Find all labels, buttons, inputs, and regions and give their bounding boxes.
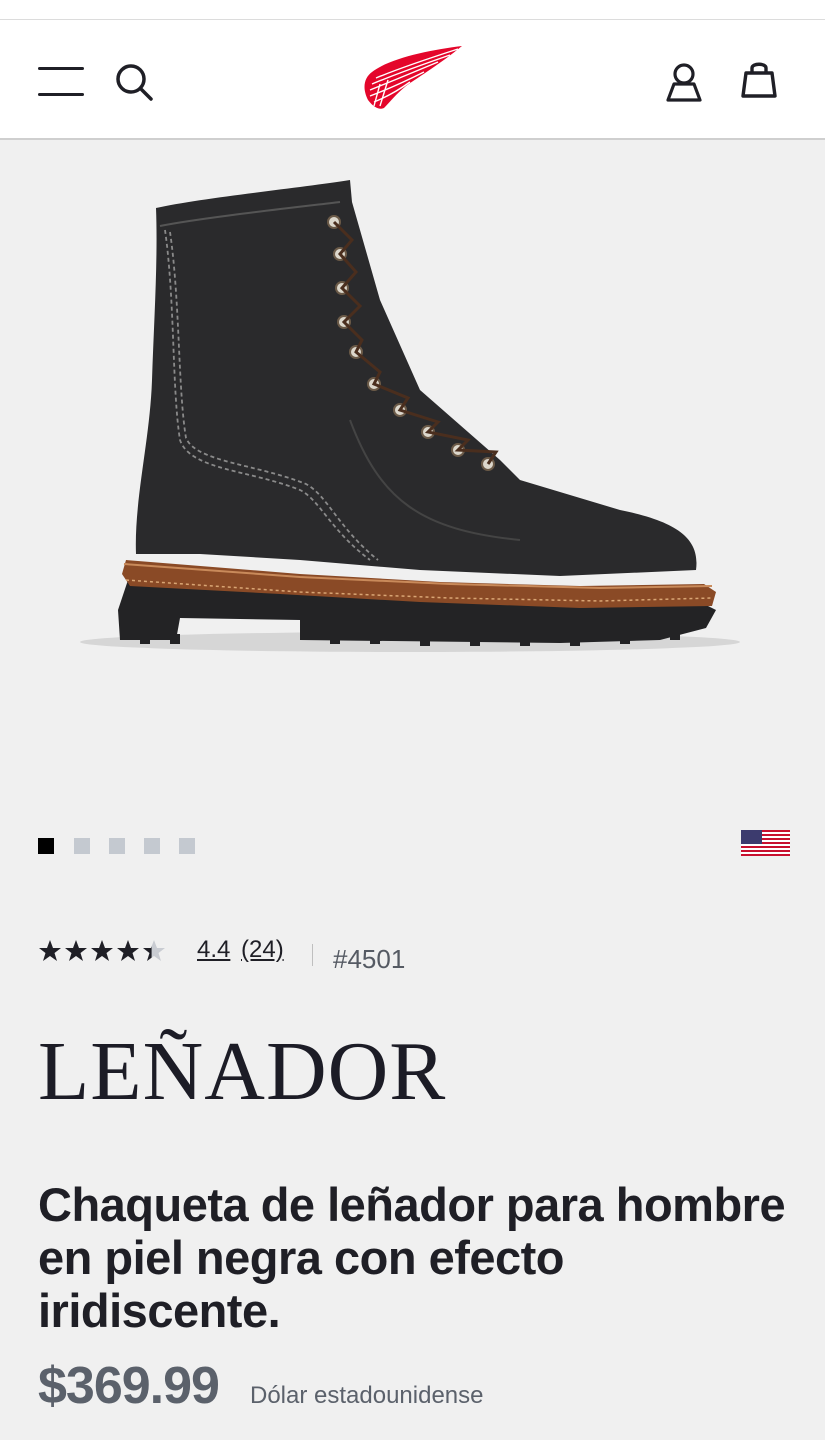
cart-button[interactable] [739, 60, 779, 100]
red-wing-logo [364, 46, 462, 109]
star-icon [39, 940, 61, 961]
product-name: Chaqueta de leñador para hombre en piel … [38, 1178, 786, 1337]
rating-row: 4.4 (24) #4501 [38, 936, 538, 976]
star-rating [39, 940, 165, 961]
rating-value-link[interactable]: 4.4 [197, 936, 230, 964]
gallery-dot-3[interactable] [109, 838, 125, 854]
gallery-dot-1[interactable] [38, 838, 54, 854]
search-button[interactable] [114, 62, 154, 102]
shopping-bag-icon [741, 62, 777, 98]
gallery-dot-2[interactable] [74, 838, 90, 854]
product-sku: #4501 [333, 944, 406, 974]
star-icon [91, 940, 113, 961]
us-flag-icon [741, 830, 790, 856]
site-header [0, 20, 825, 140]
price-row: $369.99 Dólar estadounidense [38, 1356, 738, 1416]
product-image-gallery[interactable] [0, 140, 825, 800]
account-button[interactable] [664, 62, 704, 102]
menu-button[interactable] [38, 64, 86, 98]
product-price: $369.99 [38, 1357, 220, 1415]
product-image [80, 180, 740, 652]
logo-link[interactable] [360, 44, 466, 116]
search-icon [116, 64, 153, 101]
divider [312, 944, 313, 966]
gallery-dot-4[interactable] [144, 838, 160, 854]
review-count-link[interactable]: (24) [241, 936, 284, 964]
account-icon [666, 63, 702, 102]
currency-label: Dólar estadounidense [250, 1382, 484, 1409]
product-family-title: LEÑADOR [38, 1025, 447, 1118]
status-strip [0, 0, 825, 20]
star-icon [65, 940, 87, 961]
gallery-dot-5[interactable] [179, 838, 195, 854]
star-icon [117, 940, 139, 961]
